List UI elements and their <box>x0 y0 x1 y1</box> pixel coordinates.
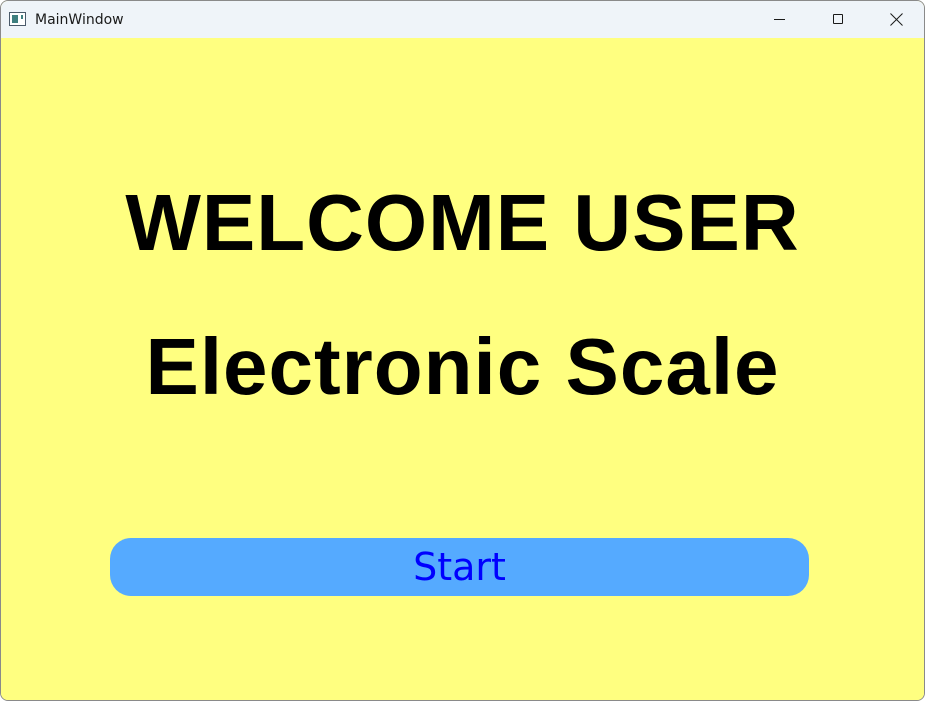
minimize-button[interactable] <box>751 1 809 38</box>
minimize-icon <box>774 19 785 20</box>
app-name-heading: Electronic Scale <box>145 322 780 411</box>
welcome-heading: WELCOME USER <box>125 178 800 267</box>
start-button[interactable]: Start <box>110 538 809 596</box>
app-window-icon <box>9 12 26 26</box>
maximize-icon <box>833 14 843 24</box>
title-bar[interactable]: MainWindow <box>1 1 924 38</box>
window-title: MainWindow <box>35 12 124 28</box>
main-window: MainWindow WELCOME USER Electronic Scale… <box>0 0 925 701</box>
main-content: WELCOME USER Electronic Scale Start <box>1 38 924 700</box>
close-icon <box>890 13 903 26</box>
close-button[interactable] <box>867 1 924 38</box>
maximize-button[interactable] <box>809 1 867 38</box>
